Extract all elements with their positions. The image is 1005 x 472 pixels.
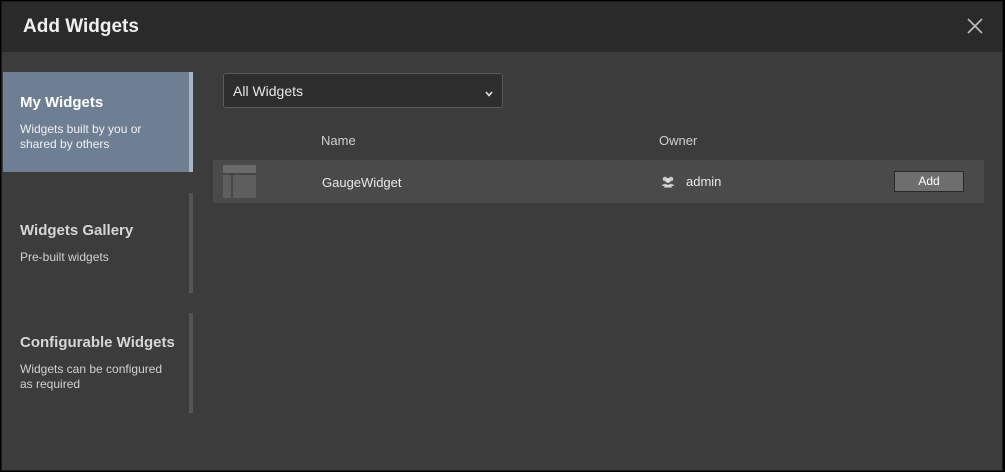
widget-filter-select[interactable]: All Widgets <box>223 73 503 108</box>
sidebar-item-indicator <box>189 313 193 413</box>
sidebar-item-indicator <box>189 72 193 172</box>
sidebar-item-description: Widgets built by you or shared by others <box>20 122 142 151</box>
sidebar-item-my-widgets[interactable]: My Widgets Widgets built by you or share… <box>3 72 193 172</box>
table-row[interactable]: GaugeWidget admin Add <box>213 160 984 203</box>
users-icon <box>661 175 675 188</box>
chevron-down-icon <box>484 86 494 97</box>
add-widgets-dialog: Add Widgets My Widgets Widgets built by … <box>1 1 1003 471</box>
widget-owner: admin <box>686 174 722 189</box>
column-header-owner[interactable]: Owner <box>659 133 697 148</box>
widget-thumbnail-icon <box>223 165 256 198</box>
sidebar-item-indicator <box>189 193 193 293</box>
filter-selected-value: All Widgets <box>233 83 304 99</box>
dialog-title: Add Widgets <box>23 16 139 37</box>
sidebar-item-description: Widgets can be configured as required <box>20 362 163 391</box>
column-header-name[interactable]: Name <box>321 133 356 148</box>
sidebar-item-widgets-gallery[interactable]: Widgets Gallery Pre-built widgets <box>3 193 193 293</box>
sidebar-item-title: My Widgets <box>20 94 104 111</box>
close-icon[interactable] <box>966 17 984 35</box>
dialog-header: Add Widgets <box>2 2 1002 52</box>
sidebar-item-title: Configurable Widgets <box>20 334 175 351</box>
widget-name: GaugeWidget <box>322 175 402 190</box>
sidebar-item-title: Widgets Gallery <box>20 222 134 239</box>
sidebar-item-description: Pre-built widgets <box>20 250 109 264</box>
add-widget-button[interactable]: Add <box>894 171 964 192</box>
sidebar-item-configurable-widgets[interactable]: Configurable Widgets Widgets can be conf… <box>3 313 193 413</box>
